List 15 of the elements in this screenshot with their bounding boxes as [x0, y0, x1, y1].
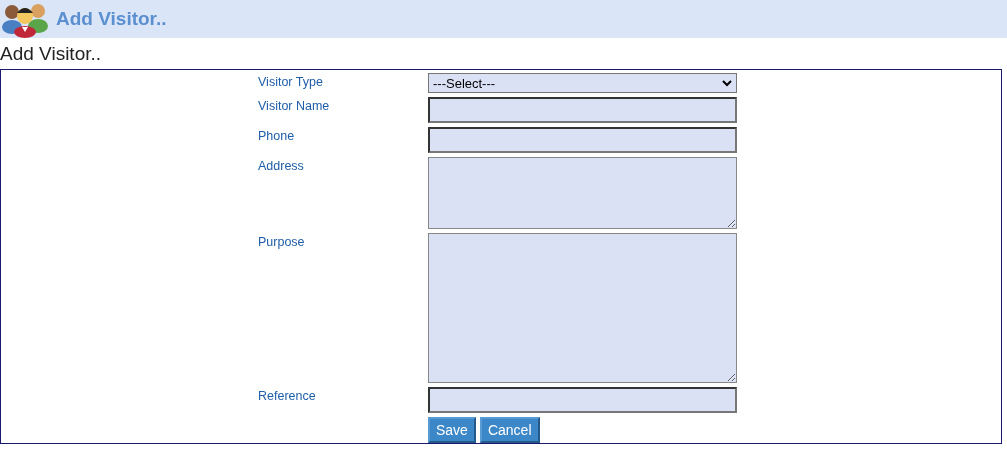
field-label: Address [258, 158, 305, 175]
chevron-icon [722, 79, 732, 87]
field-label: Visitor Name [258, 98, 331, 115]
field-label: Reference [258, 388, 317, 405]
field-label: Phone [258, 128, 296, 145]
input-field[interactable] [428, 97, 737, 123]
input-field[interactable] [428, 127, 737, 153]
save-button[interactable]: Save [428, 417, 476, 443]
input-field[interactable] [428, 387, 737, 413]
cancel-button[interactable]: Cancel [479, 417, 540, 443]
visitor-type-dropdown[interactable]: ---Select--- [428, 73, 737, 93]
field-label: Purpose [258, 234, 306, 251]
page-title: Add Visitor.. [0, 42, 102, 65]
field-label: Visitor Type [258, 74, 324, 91]
header-title: Add Visitor.. [56, 8, 167, 30]
